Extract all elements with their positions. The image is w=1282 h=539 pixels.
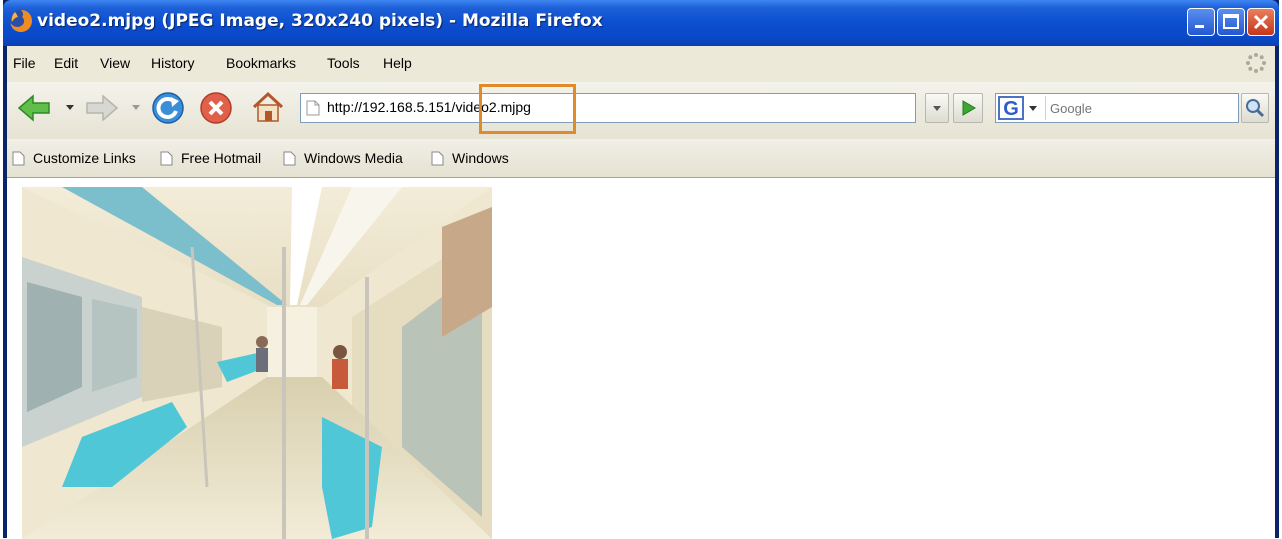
menu-view[interactable]: View (100, 55, 130, 71)
menu-bookmarks[interactable]: Bookmarks (226, 55, 296, 71)
menu-history[interactable]: History (151, 55, 195, 71)
url-highlight-box (479, 84, 576, 134)
bookmark-label: Windows (452, 150, 509, 166)
go-icon (962, 100, 976, 116)
page-content (7, 178, 1275, 539)
bookmark-label: Windows Media (304, 150, 403, 166)
maximize-icon (1223, 14, 1239, 29)
subway-car-interior-image (22, 187, 492, 539)
google-g-icon: G (998, 96, 1037, 120)
go-button[interactable] (953, 93, 983, 123)
bookmark-free-hotmail[interactable]: Free Hotmail (160, 150, 261, 166)
chevron-down-icon (933, 106, 941, 111)
stop-icon[interactable] (199, 91, 233, 125)
title-bar[interactable]: video2.mjpg (JPEG Image, 320x240 pixels)… (3, 0, 1279, 46)
throbber-icon (1246, 53, 1266, 73)
bookmark-windows[interactable]: Windows (431, 150, 509, 166)
menu-bar: File Edit View History Bookmarks Tools H… (7, 46, 1275, 82)
minimize-button[interactable] (1187, 8, 1215, 36)
back-dropdown-icon[interactable] (65, 104, 75, 112)
bookmark-windows-media[interactable]: Windows Media (283, 150, 403, 166)
svg-text:G: G (1003, 98, 1019, 120)
menu-edit[interactable]: Edit (54, 55, 78, 71)
bookmark-label: Free Hotmail (181, 150, 262, 166)
search-icon (1246, 99, 1265, 118)
minimize-icon (1195, 25, 1204, 28)
window-title: video2.mjpg (JPEG Image, 320x240 pixels)… (37, 11, 603, 31)
url-history-dropdown[interactable] (925, 93, 949, 123)
menu-file[interactable]: File (13, 55, 36, 71)
bookmark-customize-links[interactable]: Customize Links (12, 150, 136, 166)
navigation-toolbar: http://192.168.5.151/video2.mjpg G (7, 82, 1275, 139)
firefox-icon (10, 10, 32, 32)
maximize-button[interactable] (1217, 8, 1245, 36)
page-icon (306, 100, 320, 116)
search-input[interactable] (1048, 95, 1238, 121)
bookmark-page-icon (12, 151, 25, 166)
forward-dropdown-icon[interactable] (131, 104, 141, 112)
url-bar[interactable]: http://192.168.5.151/video2.mjpg (300, 93, 916, 123)
bookmark-page-icon (431, 151, 444, 166)
menu-help[interactable]: Help (383, 55, 412, 71)
mjpeg-video-image (22, 187, 492, 539)
back-icon[interactable] (17, 92, 53, 124)
bookmark-label: Customize Links (33, 150, 136, 166)
close-icon (1253, 14, 1269, 30)
browser-window: video2.mjpg (JPEG Image, 320x240 pixels)… (3, 0, 1279, 539)
search-button[interactable] (1241, 93, 1269, 123)
bookmarks-toolbar: Customize Links Free Hotmail Windows Med… (7, 139, 1275, 178)
browser-client: File Edit View History Bookmarks Tools H… (7, 46, 1275, 539)
menu-tools[interactable]: Tools (327, 55, 360, 71)
forward-icon[interactable] (83, 92, 119, 124)
reload-icon[interactable] (151, 91, 185, 125)
search-bar[interactable]: G (995, 93, 1239, 123)
close-button[interactable] (1247, 8, 1275, 36)
home-icon[interactable] (250, 90, 286, 124)
bookmark-page-icon (283, 151, 296, 166)
bookmark-page-icon (160, 151, 173, 166)
search-engine-selector[interactable]: G (998, 96, 1046, 120)
